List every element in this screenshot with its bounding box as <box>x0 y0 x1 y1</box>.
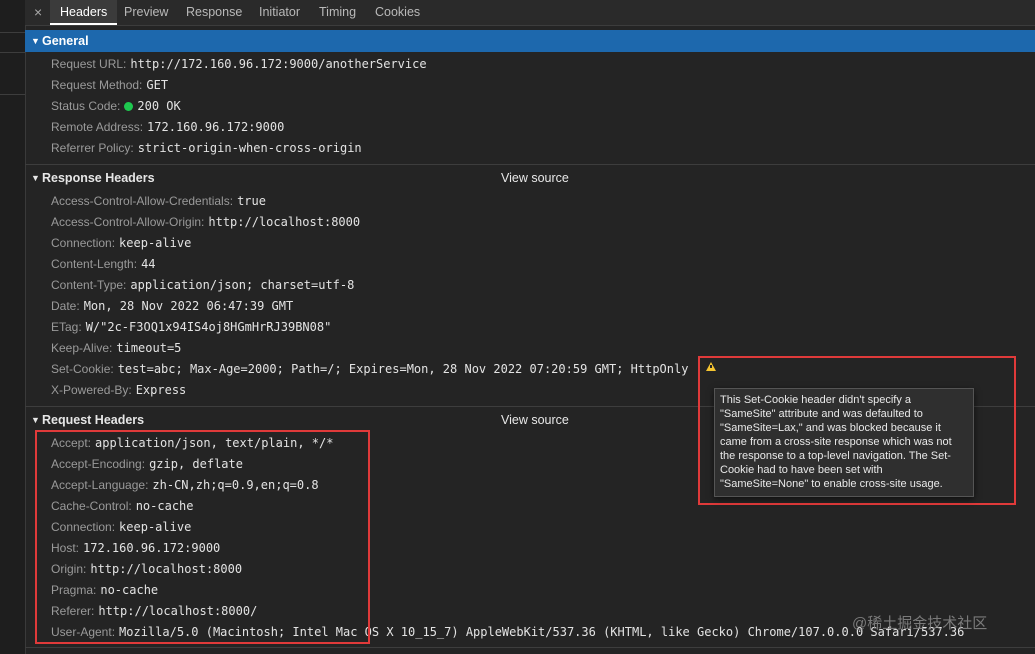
header-value: keep-alive <box>119 236 192 250</box>
general-section-header[interactable]: ▼ General <box>25 30 1035 52</box>
annotation-box-request-headers <box>35 430 370 644</box>
tab-headers[interactable]: Headers <box>50 0 118 25</box>
header-value: Express <box>135 383 187 397</box>
close-icon[interactable]: × <box>34 4 42 20</box>
header-value: Mon, 28 Nov 2022 06:47:39 GMT <box>83 299 294 313</box>
header-key: Connection: <box>51 236 116 250</box>
section-title: Request Headers <box>42 413 145 427</box>
header-key: Set-Cookie: <box>51 362 114 376</box>
caret-down-icon: ▼ <box>31 415 40 425</box>
header-value: http://localhost:8000 <box>208 215 361 229</box>
header-key: Request Method: <box>51 78 143 92</box>
header-value: application/json; charset=utf-8 <box>130 278 355 292</box>
header-key: Status Code: <box>51 99 121 113</box>
header-key: Date: <box>51 299 80 313</box>
tab-response[interactable]: Response <box>186 0 242 25</box>
section-divider <box>25 164 1035 165</box>
response-header-row: ETag: W/"2c-F3OQ1x94IS4oj8HGmHrRJ39BN08" <box>51 317 331 337</box>
response-header-row: Date: Mon, 28 Nov 2022 06:47:39 GMT <box>51 296 293 316</box>
set-cookie-row: Set-Cookie: test=abc; Max-Age=2000; Path=… <box>51 359 688 379</box>
response-header-row: Access-Control-Allow-Origin: http://local… <box>51 212 360 232</box>
header-value: timeout=5 <box>116 341 182 355</box>
header-value: 44 <box>141 257 156 271</box>
samesite-warning-tooltip: This Set-Cookie header didn't specify a … <box>714 388 974 497</box>
detail-tabbar: × Headers Preview Response Initiator Tim… <box>25 0 1035 26</box>
header-value: true <box>237 194 266 208</box>
strip-divider <box>0 32 25 33</box>
header-value: 172.160.96.172:9000 <box>147 120 285 134</box>
general-row: Referrer Policy: strict-origin-when-cross… <box>51 138 362 158</box>
header-key: Content-Length: <box>51 257 138 271</box>
header-key: Content-Type: <box>51 278 127 292</box>
view-source-link[interactable]: View source <box>501 409 569 431</box>
header-value: http://172.160.96.172:9000/anotherServic… <box>130 57 427 71</box>
general-row: Request Method: GET <box>51 75 168 95</box>
header-key: Access-Control-Allow-Credentials: <box>51 194 234 208</box>
header-key: Remote Address: <box>51 120 144 134</box>
header-key: Referrer Policy: <box>51 141 134 155</box>
view-source-link[interactable]: View source <box>501 167 569 189</box>
header-key: Access-Control-Allow-Origin: <box>51 215 205 229</box>
watermark-text: @稀土掘金技术社区 <box>852 615 988 632</box>
tab-initiator[interactable]: Initiator <box>259 0 300 25</box>
section-title: General <box>42 34 89 48</box>
tab-cookies[interactable]: Cookies <box>375 0 420 25</box>
header-key: X-Powered-By: <box>51 383 132 397</box>
response-headers-section-header[interactable]: ▼ Response Headers View source <box>25 167 1035 189</box>
header-value: GET <box>146 78 169 92</box>
header-key: Request URL: <box>51 57 127 71</box>
general-row: Remote Address: 172.160.96.172:9000 <box>51 117 284 137</box>
strip-divider <box>0 52 25 53</box>
section-divider <box>25 647 1035 648</box>
status-ok-icon <box>124 102 134 111</box>
response-header-row: Content-Length: 44 <box>51 254 156 274</box>
response-header-row: Content-Type: application/json; charset=u… <box>51 275 354 295</box>
header-value: W/"2c-F3OQ1x94IS4oj8HGmHrRJ39BN08" <box>85 320 332 334</box>
strip-divider <box>0 94 25 95</box>
response-header-row: Connection: keep-alive <box>51 233 191 253</box>
caret-down-icon: ▼ <box>31 173 40 183</box>
response-header-row: Keep-Alive: timeout=5 <box>51 338 181 358</box>
header-key: ETag: <box>51 320 82 334</box>
header-key: Keep-Alive: <box>51 341 113 355</box>
general-row: Request URL: http://172.160.96.172:9000/a… <box>51 54 427 74</box>
header-value: test=abc; Max-Age=2000; Path=/; Expires=… <box>117 362 689 376</box>
left-panel-strip <box>0 0 26 654</box>
header-value: strict-origin-when-cross-origin <box>137 141 362 155</box>
response-header-row: Access-Control-Allow-Credentials: true <box>51 191 266 211</box>
status-code-value: 200 OK <box>137 99 181 113</box>
response-header-row: X-Powered-By: Express <box>51 380 186 400</box>
general-row: Status Code: 200 OK <box>51 96 181 116</box>
caret-down-icon: ▼ <box>31 36 40 46</box>
tab-timing[interactable]: Timing <box>319 0 356 25</box>
section-title: Response Headers <box>42 171 155 185</box>
tab-preview[interactable]: Preview <box>124 0 168 25</box>
